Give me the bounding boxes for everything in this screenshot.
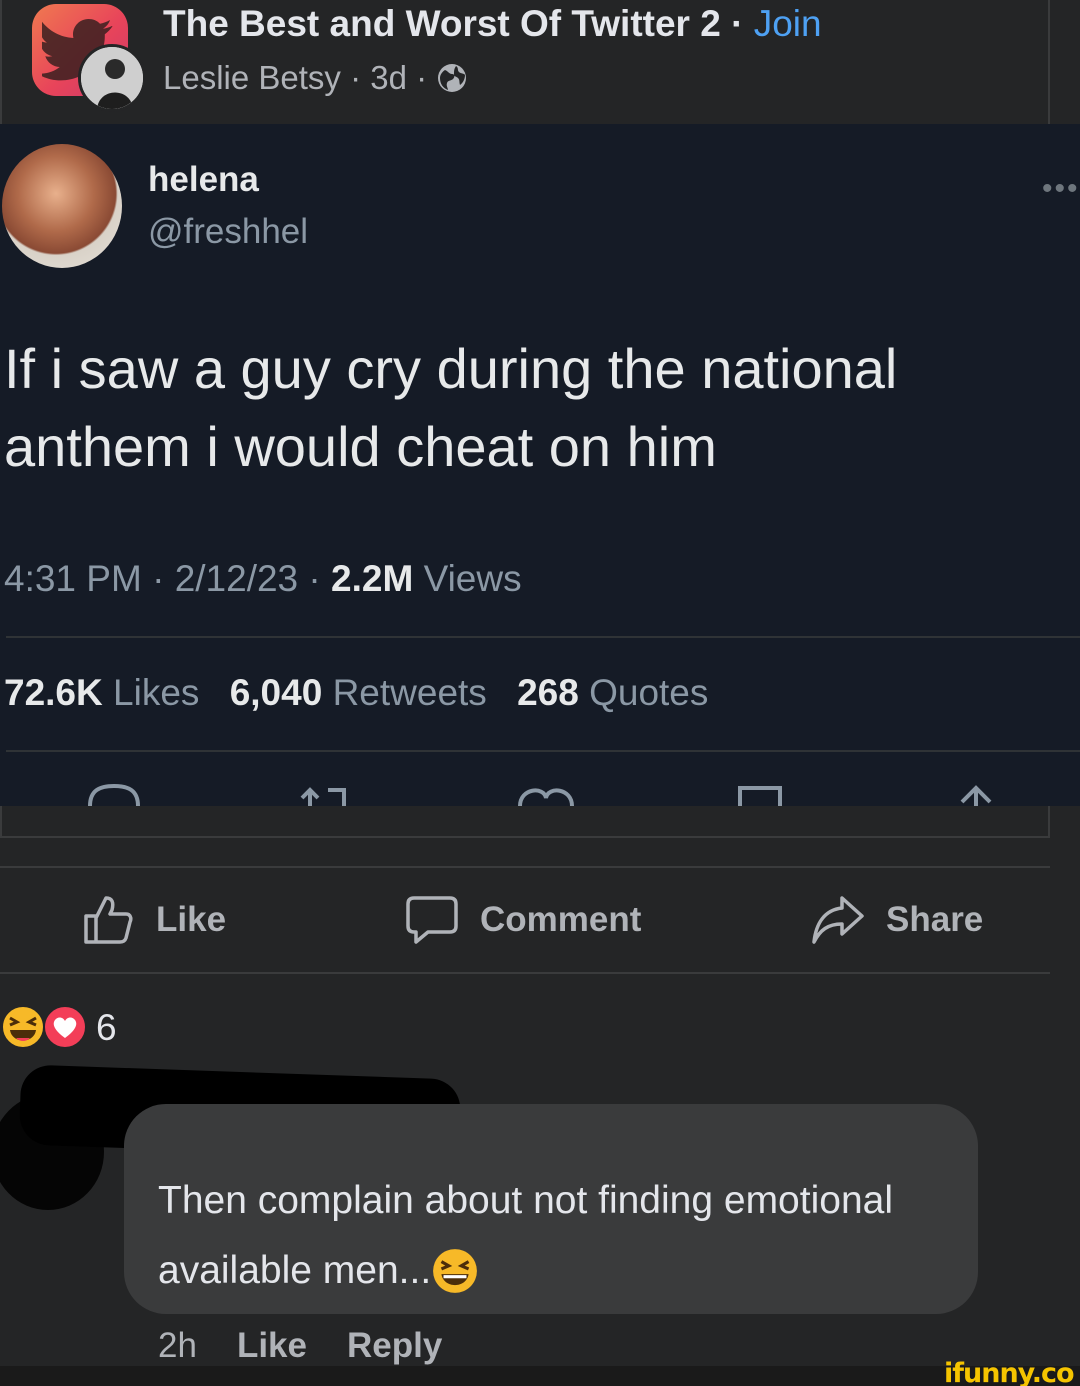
- like-label: Like: [156, 900, 227, 939]
- tweet-timestamp: 4:31 PM · 2/12/23 · 2.2M Views: [4, 558, 522, 599]
- title-separator: ·: [720, 3, 754, 44]
- ifunny-watermark: ifunny.co: [944, 1358, 1075, 1386]
- laughing-emoji-icon: [431, 1247, 479, 1318]
- haha-emoji-icon: [1, 1005, 45, 1049]
- bottom-strip: [0, 1366, 1080, 1386]
- comment-button[interactable]: Comment: [406, 890, 641, 950]
- retweets-label: Retweets: [332, 672, 487, 713]
- tweet-avatar: [2, 144, 122, 268]
- frame-border: [1048, 0, 1050, 124]
- group-title: The Best and Worst Of Twitter 2 · Join: [163, 2, 822, 46]
- tweet-display-name: helena: [148, 160, 259, 199]
- divider: [0, 866, 1050, 868]
- divider: [6, 636, 1080, 638]
- share-up-icon: [960, 785, 992, 806]
- more-options-icon: •••: [1042, 172, 1080, 205]
- likes-count: 72.6K: [4, 672, 103, 713]
- facebook-post: The Best and Worst Of Twitter 2 · Join L…: [0, 0, 1080, 1386]
- quotes-count: 268: [517, 672, 579, 713]
- comment-reply-button[interactable]: Reply: [347, 1326, 442, 1365]
- share-label: Share: [886, 900, 984, 939]
- author-name[interactable]: Leslie Betsy: [163, 59, 341, 96]
- attachment-frame: [0, 806, 1050, 838]
- join-link[interactable]: Join: [754, 3, 822, 44]
- tweet-action-bar: [0, 784, 1080, 806]
- share-icon: [812, 896, 864, 944]
- post-meta: Leslie Betsy · 3d ·: [163, 58, 468, 103]
- views-label: Views: [423, 558, 522, 599]
- comment-age[interactable]: 2h: [158, 1326, 197, 1365]
- author-avatar[interactable]: [78, 44, 146, 112]
- heart-icon: [518, 788, 574, 806]
- meta-separator: ·: [406, 59, 437, 96]
- share-button[interactable]: Share: [812, 890, 983, 950]
- frame-border: [0, 0, 2, 124]
- bookmark-icon: [738, 786, 782, 806]
- group-name-link[interactable]: The Best and Worst Of Twitter 2: [163, 3, 721, 44]
- tweet-time: 4:31 PM: [4, 558, 142, 599]
- like-button[interactable]: Like: [82, 890, 226, 950]
- comment-icon: [406, 896, 458, 944]
- quotes-label: Quotes: [589, 672, 709, 713]
- divider: [0, 972, 1050, 974]
- comment-like-button[interactable]: Like: [237, 1326, 307, 1365]
- person-icon: [81, 47, 143, 109]
- divider: [6, 750, 1080, 752]
- meta-separator: ·: [340, 59, 371, 96]
- love-reaction-icon: [43, 1005, 87, 1049]
- tweet-handle: @freshhel: [148, 212, 309, 251]
- comment-label: Comment: [480, 900, 642, 939]
- reply-icon: [88, 784, 140, 806]
- post-age[interactable]: 3d: [370, 59, 407, 96]
- retweet-icon: [300, 787, 346, 806]
- post-header: The Best and Worst Of Twitter 2 · Join L…: [0, 0, 1080, 124]
- tweet-text: If i saw a guy cry during the national a…: [4, 337, 898, 478]
- retweets-count: 6,040: [229, 672, 323, 713]
- tweet-date: 2/12/23: [174, 558, 299, 599]
- tweet-stats: 72.6K Likes 6,040 Retweets 268 Quotes: [4, 672, 708, 714]
- comment-meta: 2h Like Reply: [158, 1326, 442, 1366]
- reaction-count: 6: [96, 1007, 117, 1048]
- globe-icon: [436, 62, 468, 103]
- tweet-card: helena @freshhel ••• If i saw a guy cry …: [0, 124, 1080, 806]
- likes-label: Likes: [113, 672, 200, 713]
- comment-body: Then complain about not finding emotiona…: [158, 1179, 893, 1292]
- views-count: 2.2M: [331, 558, 414, 599]
- thumbs-up-icon: [84, 896, 133, 944]
- comment-text: Then complain about not finding emotiona…: [158, 1166, 968, 1318]
